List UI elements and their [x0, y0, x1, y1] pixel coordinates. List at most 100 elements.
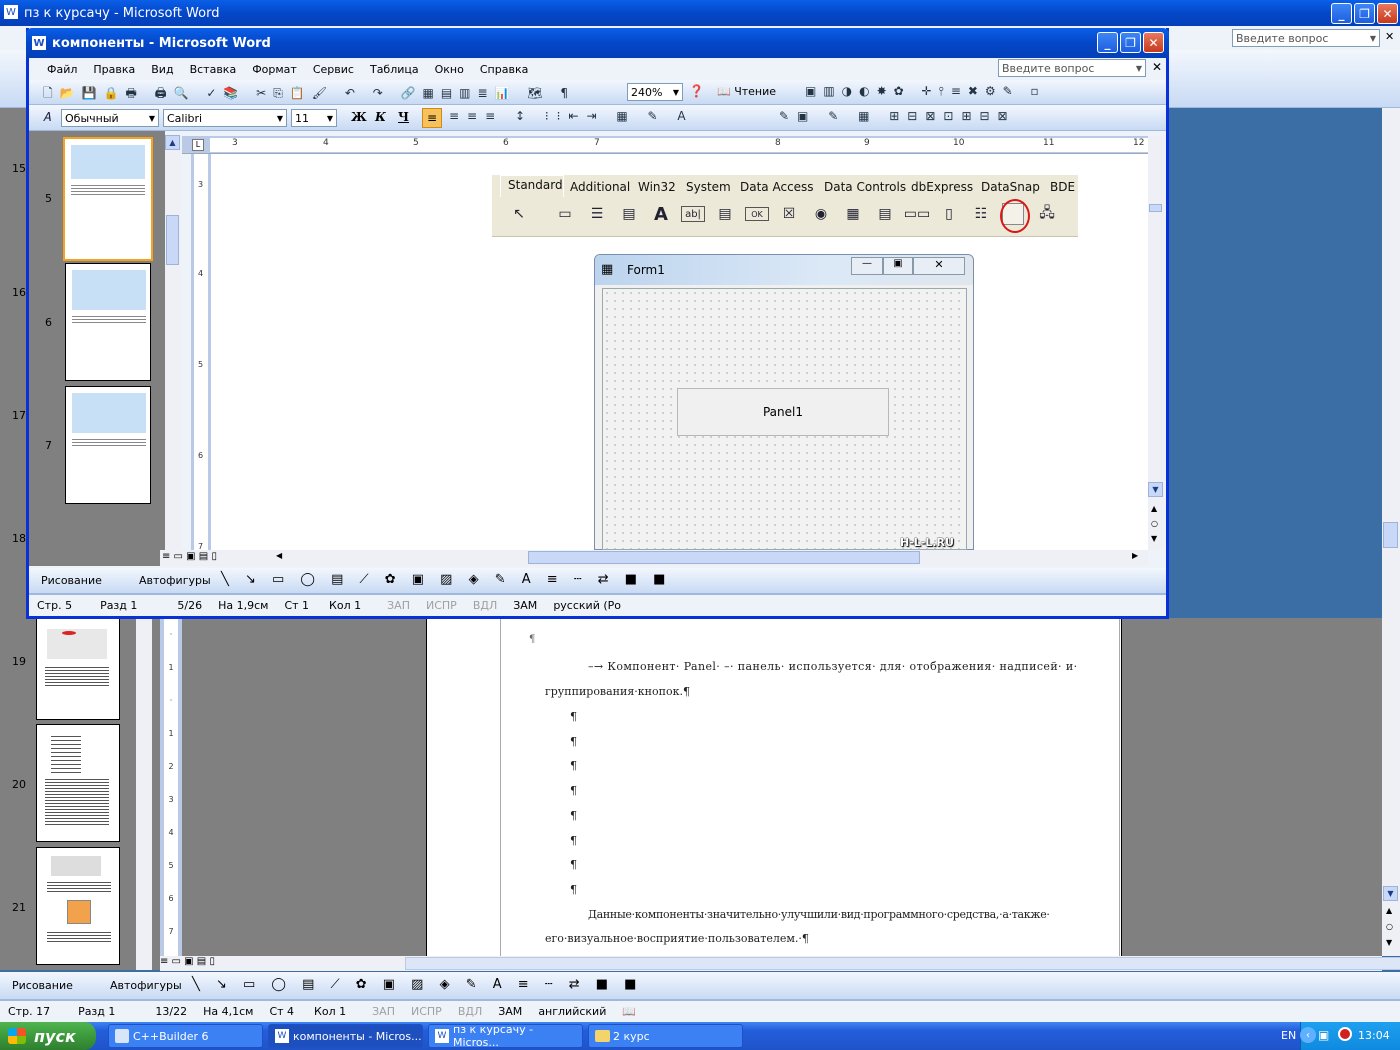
menu-edit[interactable]: Правка: [85, 63, 143, 76]
form1-minimize-button[interactable]: —: [851, 257, 883, 275]
palette-tab-label[interactable]: Data Controls: [824, 180, 906, 194]
underline-button[interactable]: Ч: [398, 110, 409, 124]
drawing-tools[interactable]: ╲ ↘ ▭ ◯ ▤ ⟋ ✿ ▣ ▨ ◈ ✎ A ≡ ┄ ⇄ ■ ■: [192, 977, 642, 992]
inner-vertical-scrollbar[interactable]: ▼ ▲ ○ ▼: [1148, 136, 1164, 550]
view-buttons[interactable]: ≡ ▭ ▣ ▤ ▯: [160, 956, 215, 967]
palette-tab-label[interactable]: System: [686, 180, 731, 194]
menu-format[interactable]: Формат: [244, 63, 305, 76]
inner-maximize-button[interactable]: ❐: [1120, 32, 1141, 53]
checkbox-icon[interactable]: ☒: [777, 203, 801, 225]
font-size-select[interactable]: 11 ▼: [291, 109, 337, 127]
inner-page-thumbnail[interactable]: [65, 386, 151, 504]
form1-close-button[interactable]: ✕: [913, 257, 965, 275]
groupbox-icon[interactable]: ▯: [937, 203, 961, 225]
drawing-menu[interactable]: Рисование: [12, 979, 73, 992]
styles-icon[interactable]: 𝐴: [43, 110, 51, 125]
outer-close-doc-icon[interactable]: ✕: [1385, 30, 1394, 43]
radiogroup-icon[interactable]: ☷: [969, 203, 993, 225]
form1-maximize-button[interactable]: ▣: [883, 257, 913, 275]
antivirus-icon[interactable]: [1338, 1027, 1352, 1041]
tray-expand-icon[interactable]: ‹: [1300, 1027, 1316, 1043]
palette-tab-label[interactable]: Standard: [508, 178, 563, 192]
combobox-icon[interactable]: ▤: [873, 203, 897, 225]
inner-minimize-button[interactable]: _: [1097, 32, 1118, 53]
start-button[interactable]: пуск: [0, 1022, 96, 1050]
toolbar-icons-right[interactable]: ▣▥◑◐✸✿ ✛⫯≡✖⚙✎ ▫: [805, 84, 1046, 99]
panel1-component[interactable]: Panel1: [677, 388, 889, 436]
radiobutton-icon[interactable]: ◉: [809, 203, 833, 225]
frames-icon[interactable]: ▭: [553, 203, 577, 225]
pointer-icon[interactable]: ↖: [507, 203, 531, 225]
palette-tab-label[interactable]: DataSnap: [981, 180, 1040, 194]
outer-horizontal-scrollbar[interactable]: ≡ ▭ ▣ ▤ ▯: [160, 956, 1400, 971]
toolbar-icons-left[interactable]: 🗋📂💾🔒🖶 🖨🔍 ✓📚 ✂⎘📋🖌 ↶ ↷ 🔗▦▤▥≣📊 🗺 ¶: [43, 84, 575, 105]
next-page-button[interactable]: ▼: [1386, 938, 1392, 947]
popupmenu-icon[interactable]: ▤: [617, 203, 641, 225]
help-icon[interactable]: ❓: [689, 84, 704, 98]
font-select[interactable]: Calibri ▼: [163, 109, 287, 127]
palette-tab-label[interactable]: Data Access: [740, 180, 814, 194]
inner-close-button[interactable]: ✕: [1143, 32, 1164, 53]
inner-close-doc-icon[interactable]: ✕: [1152, 60, 1162, 74]
outer-vertical-scrollbar[interactable]: [1382, 108, 1400, 956]
menu-help[interactable]: Справка: [472, 63, 536, 76]
actionlist-icon[interactable]: 🖧: [1035, 203, 1059, 225]
taskbar-item[interactable]: Wкомпоненты - Micros...: [268, 1024, 423, 1048]
bold-button[interactable]: Ж: [351, 110, 367, 124]
network-icon[interactable]: ▣: [1318, 1028, 1329, 1042]
read-mode-button[interactable]: 📖 Чтение: [717, 85, 776, 98]
prev-page-button[interactable]: ▲: [1386, 906, 1392, 915]
language-indicator[interactable]: EN: [1281, 1029, 1296, 1042]
edit-icon[interactable]: ab|: [681, 206, 705, 222]
listbox-icon[interactable]: ▦: [841, 203, 865, 225]
label-icon[interactable]: A: [649, 203, 673, 225]
inner-page-thumbnail-selected[interactable]: [63, 137, 153, 261]
outer-page-thumbnail[interactable]: [36, 847, 120, 965]
menu-window[interactable]: Окно: [427, 63, 472, 76]
taskbar-item[interactable]: Wпз к курсачу - Micros...: [428, 1023, 583, 1049]
outer-minimize-button[interactable]: _: [1331, 3, 1352, 24]
palette-tab-label[interactable]: Win32: [638, 180, 676, 194]
italic-button[interactable]: К: [375, 110, 386, 124]
mainmenu-icon[interactable]: ☰: [585, 203, 609, 225]
clock: 13:04: [1358, 1029, 1390, 1042]
taskbar-item[interactable]: 2 курс: [588, 1024, 743, 1048]
drawing-tools[interactable]: ╲ ↘ ▭ ◯ ▤ ⟋ ✿ ▣ ▨ ◈ ✎ A ≡ ┄ ⇄ ■ ■: [221, 572, 671, 587]
outer-help-search[interactable]: Введите вопрос ▼: [1232, 29, 1380, 47]
scroll-thumb[interactable]: [1383, 522, 1398, 548]
outer-page-thumbnail[interactable]: [36, 618, 120, 720]
memo-icon[interactable]: ▤: [713, 203, 737, 225]
inner-horizontal-scrollbar[interactable]: ≡ ▭ ▣ ▤ ▯ ◀ ▶: [160, 550, 1148, 566]
inner-thumb-scrollbar[interactable]: ▲ ▼: [165, 135, 181, 566]
zoom-select[interactable]: 240% ▼: [627, 83, 683, 101]
inner-view-buttons[interactable]: ≡ ▭ ▣ ▤ ▯: [162, 551, 217, 562]
inner-help-search[interactable]: Введите вопрос ▼: [998, 59, 1146, 77]
menu-tools[interactable]: Сервис: [305, 63, 362, 76]
palette-tab-label[interactable]: Additional: [570, 180, 630, 194]
drawing-menu[interactable]: Рисование: [41, 574, 102, 587]
autoshapes-menu[interactable]: Автофигуры: [139, 574, 211, 587]
format-icons[interactable]: ≡≡≡ ↕ ⁝⁝⇤⇥ ▦ ✎ A: [449, 109, 694, 123]
scrollbar-icon[interactable]: ▭▭: [904, 203, 930, 225]
browse-object-button[interactable]: ○: [1386, 922, 1393, 931]
extra-format-icons[interactable]: ✎▣ ✎ ▦ ⊞⊟⊠⊡⊞⊟⊠: [779, 109, 1016, 123]
scroll-down-button[interactable]: ▼: [1383, 886, 1398, 901]
outer-close-button[interactable]: ✕: [1377, 3, 1398, 24]
panel-highlight-circle: [1000, 199, 1030, 233]
tab-stop-selector[interactable]: L: [192, 139, 204, 151]
outer-thumb-scrollbar[interactable]: [136, 618, 152, 970]
align-left-button[interactable]: ≡: [422, 108, 442, 128]
taskbar-item[interactable]: C++Builder 6: [108, 1024, 263, 1048]
palette-tab-label[interactable]: BDE: [1050, 180, 1075, 194]
autoshapes-menu[interactable]: Автофигуры: [110, 979, 182, 992]
inner-page-thumbnail[interactable]: [65, 263, 151, 381]
menu-table[interactable]: Таблица: [362, 63, 427, 76]
palette-tab-label[interactable]: dbExpress: [911, 180, 973, 194]
outer-maximize-button[interactable]: ❐: [1354, 3, 1375, 24]
menu-view[interactable]: Вид: [143, 63, 181, 76]
style-select[interactable]: Обычный ▼: [61, 109, 159, 127]
outer-page-thumbnail[interactable]: [36, 724, 120, 842]
menu-insert[interactable]: Вставка: [182, 63, 245, 76]
menu-file[interactable]: Файл: [39, 63, 85, 76]
button-icon[interactable]: OK: [745, 207, 769, 221]
